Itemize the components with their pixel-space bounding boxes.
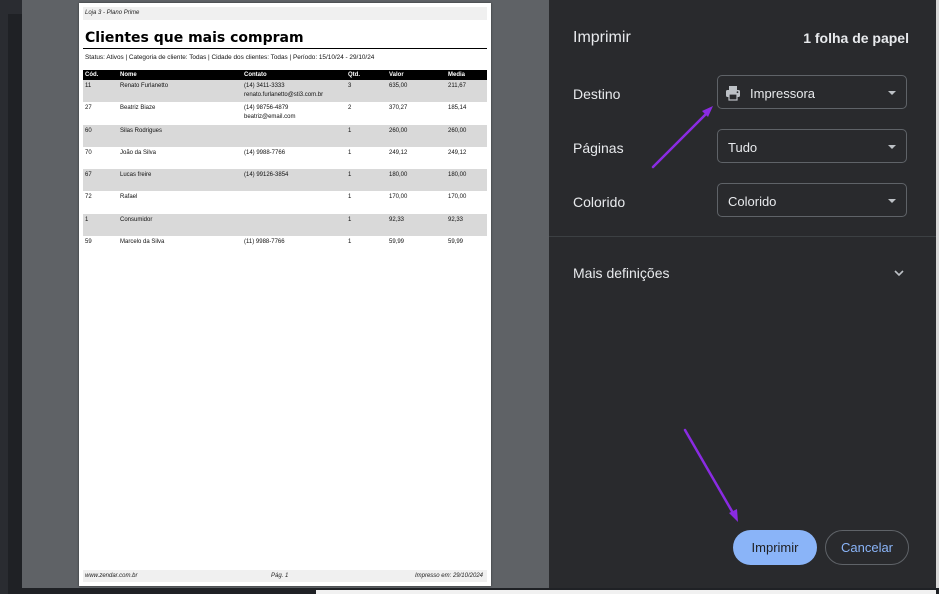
cell-cod: 72 (85, 194, 92, 201)
cell-cod: 11 (85, 83, 92, 89)
cell-contato: (11) 9988-7766 (244, 239, 285, 246)
chevron-down-icon (888, 199, 896, 203)
table-row: 60 Silas Rodrigues 1 260,00 260,00 (83, 124, 487, 147)
table-row: 1 Consumidor 1 92,33 92,33 (83, 213, 487, 237)
pages-value: Tudo (728, 140, 758, 155)
cell-cod: 27 (85, 105, 92, 112)
table-header: Cód. Nome Contato Qtd. Valor Media (83, 70, 487, 80)
background-bottom-light (316, 590, 936, 594)
cell-valor: 92,33 (389, 216, 405, 223)
destination-select[interactable]: Impressora (717, 75, 907, 109)
cell-nome: Consumidor (120, 216, 153, 223)
cell-cod: 67 (85, 172, 92, 179)
cell-valor: 260,00 (389, 127, 408, 134)
cell-qtd: 2 (348, 105, 352, 112)
footer-website: www.zendar.com.br (85, 573, 138, 579)
table-row: 72 Rafael 1 170,00 170,00 (83, 191, 487, 213)
print-button[interactable]: Imprimir (733, 530, 817, 565)
table-row: 70 João da Silva (14) 9988-7766 1 249,12… (83, 147, 487, 169)
cell-media: 180,00 (448, 172, 467, 179)
pages-select[interactable]: Tudo (717, 129, 907, 163)
sheet-count: 1 folha de papel (803, 30, 909, 46)
cell-contato: (14) 98756-4879 (244, 105, 289, 112)
color-select[interactable]: Colorido (717, 183, 907, 217)
col-qtd: Qtd. (348, 72, 360, 78)
cell-media: 211,67 (448, 83, 466, 89)
cell-valor: 635,00 (389, 83, 408, 89)
preview-page: Loja 3 - Plano Prime Clientes que mais c… (79, 3, 491, 586)
col-media: Media (448, 72, 466, 78)
cell-email: beatriz@email.com (244, 114, 296, 121)
cell-valor: 370,27 (389, 105, 408, 112)
cell-qtd: 1 (348, 239, 352, 246)
chevron-down-icon (888, 91, 896, 95)
cell-valor: 59,99 (389, 239, 405, 246)
cell-contato: (14) 9988-7766 (244, 149, 286, 156)
print-settings-panel: Imprimir 1 folha de papel Destino Impres… (549, 0, 936, 588)
report-filters: Status: Ativos | Categoria de cliente: T… (85, 54, 375, 61)
table-row: 27 Beatriz Biaze (14) 98756-4879 beatriz… (83, 102, 487, 124)
color-value: Colorido (728, 194, 777, 209)
cancel-button[interactable]: Cancelar (825, 530, 909, 565)
cell-valor: 180,00 (389, 172, 408, 179)
cell-media: 170,00 (448, 194, 467, 201)
cell-nome: Marcelo da Silva (120, 239, 165, 246)
more-settings-toggle[interactable]: Mais definições (573, 265, 670, 281)
cell-nome: Beatriz Biaze (120, 105, 156, 112)
report-table: Cód. Nome Contato Qtd. Valor Media 11 Re… (83, 70, 487, 258)
printer-icon (726, 86, 740, 101)
title-rule (83, 48, 487, 49)
color-label: Colorido (573, 194, 626, 210)
cell-nome: Renato Furlanetto (120, 83, 169, 89)
table-row: 67 Lucas freire (14) 99126-3854 1 180,00… (83, 169, 487, 192)
cell-media: 59,99 (448, 239, 464, 246)
cell-contato: (14) 3411-3333 (244, 83, 285, 89)
cell-valor: 170,00 (389, 194, 408, 201)
cell-media: 260,00 (448, 127, 467, 134)
cell-qtd: 1 (348, 216, 352, 223)
col-contato: Contato (244, 72, 267, 78)
background-window-edge (0, 0, 23, 594)
cell-media: 249,12 (448, 149, 467, 156)
col-valor: Valor (389, 72, 404, 78)
cell-qtd: 1 (348, 127, 352, 134)
section-divider (549, 236, 936, 237)
destination-value: Impressora (750, 86, 816, 101)
background-window-inner (8, 14, 23, 594)
print-preview-area[interactable]: Loja 3 - Plano Prime Clientes que mais c… (22, 0, 549, 588)
pages-label: Páginas (573, 140, 624, 156)
cell-media: 185,14 (448, 105, 467, 112)
col-cod: Cód. (85, 72, 99, 78)
dialog-title: Imprimir (573, 29, 631, 46)
chevron-down-icon[interactable] (892, 266, 906, 280)
cell-cod: 59 (85, 239, 92, 246)
col-nome: Nome (120, 72, 137, 78)
table-row: 11 Renato Furlanetto (14) 3411-3333 rena… (83, 80, 487, 103)
cell-qtd: 3 (348, 83, 352, 89)
cell-nome: Rafael (120, 194, 138, 201)
footer-printed-date: Impresso em: 29/10/2024 (414, 573, 483, 579)
cell-cod: 1 (85, 216, 89, 223)
page-header: Loja 3 - Plano Prime (83, 7, 487, 20)
cell-cod: 60 (85, 127, 92, 134)
cell-qtd: 1 (348, 149, 352, 156)
cell-nome: Silas Rodrigues (120, 127, 163, 134)
cell-nome: João da Silva (120, 149, 157, 156)
footer-page-number: Pág. 1 (271, 573, 289, 579)
page-footer: www.zendar.com.br Pág. 1 Impresso em: 29… (83, 570, 487, 582)
cell-qtd: 1 (348, 172, 352, 179)
table-row: 59 Marcelo da Silva (11) 9988-7766 1 59,… (83, 236, 487, 258)
chevron-down-icon (888, 145, 896, 149)
cell-qtd: 1 (348, 194, 352, 201)
cell-email: renato.furlanetto@sti3.com.br (244, 92, 324, 98)
cell-nome: Lucas freire (120, 172, 152, 179)
cell-cod: 70 (85, 149, 92, 156)
destination-label: Destino (573, 86, 621, 102)
cell-valor: 249,12 (389, 149, 408, 156)
cell-media: 92,33 (448, 216, 464, 223)
cell-contato: (14) 99126-3854 (244, 172, 289, 179)
report-title: Clientes que mais compram (85, 30, 304, 46)
